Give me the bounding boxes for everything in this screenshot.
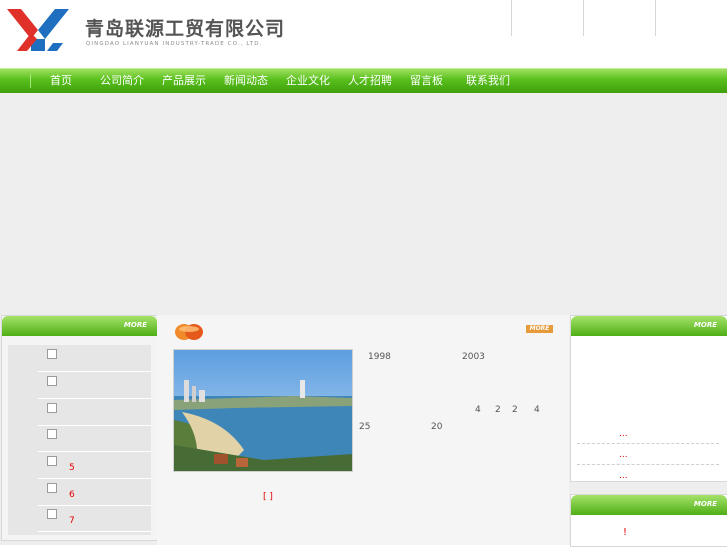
list-item[interactable] xyxy=(38,425,151,452)
intro-text: 4 xyxy=(475,405,481,415)
list-item[interactable] xyxy=(38,399,151,426)
news-item[interactable]: ... xyxy=(577,444,719,465)
company-name-en: QINGDAO LIANYUAN INDUSTRY-TRADE CO., LTD… xyxy=(86,41,263,47)
notice-panel: MORE ! xyxy=(570,494,727,547)
list-item[interactable] xyxy=(38,345,151,372)
intro-text: 2 xyxy=(495,405,501,415)
checkbox[interactable] xyxy=(47,456,57,466)
header-divider xyxy=(511,0,512,36)
nav-divider xyxy=(30,74,31,88)
intro-text: 25 xyxy=(359,422,371,432)
intro-text: 2003 xyxy=(462,352,485,362)
list-item[interactable]: 5 xyxy=(38,452,151,479)
checkbox[interactable] xyxy=(47,483,57,493)
checkbox[interactable] xyxy=(47,509,57,519)
checkbox[interactable] xyxy=(47,349,57,359)
more-link[interactable]: MORE xyxy=(124,321,147,329)
intro-text: 2 xyxy=(512,405,518,415)
intro-text: 20 xyxy=(431,422,443,432)
more-link[interactable]: MORE xyxy=(694,321,717,329)
company-logo-icon[interactable] xyxy=(7,9,69,51)
list-item[interactable] xyxy=(38,372,151,399)
notice-panel-header: MORE xyxy=(571,495,727,515)
news-item[interactable]: ... xyxy=(577,423,719,444)
company-intro-panel: MORE 1998 2003 4 2 2 4 25 20 [ ] xyxy=(157,315,569,545)
checkbox[interactable] xyxy=(47,429,57,439)
news-item-text: ... xyxy=(619,450,628,460)
nav-item-contact[interactable]: 联系我们 xyxy=(466,69,510,93)
header-divider xyxy=(655,0,656,36)
header-divider xyxy=(583,0,584,36)
list-item-text: 7 xyxy=(69,516,75,526)
list-item[interactable]: 6 xyxy=(38,479,151,506)
product-list: 5 6 7 xyxy=(8,345,151,535)
nav-item-home[interactable]: 首页 xyxy=(50,69,72,93)
nav-item-jobs[interactable]: 人才招聘 xyxy=(348,69,392,93)
orange-bullet-icon xyxy=(175,324,203,340)
nav-item-guestbook[interactable]: 留言板 xyxy=(410,69,443,93)
more-link[interactable]: MORE xyxy=(526,325,553,333)
left-panel-header: MORE xyxy=(2,316,157,336)
coastline-photo xyxy=(173,349,353,472)
news-panel-header: MORE xyxy=(571,316,727,336)
news-panel: MORE ... ... ... xyxy=(570,315,727,482)
intro-text: 4 xyxy=(534,405,540,415)
list-item-text: 6 xyxy=(69,490,75,500)
site-header: 青岛联源工贸有限公司 QINGDAO LIANYUAN INDUSTRY-TRA… xyxy=(0,0,727,66)
nav-item-about[interactable]: 公司简介 xyxy=(100,69,144,93)
company-name: 青岛联源工贸有限公司 xyxy=(85,18,286,40)
news-item-text: ... xyxy=(619,429,628,439)
main-nav: 首页 公司简介 产品展示 新闻动态 企业文化 人才招聘 留言板 联系我们 xyxy=(0,68,727,93)
intro-text: 1998 xyxy=(368,352,391,362)
more-link[interactable]: MORE xyxy=(694,500,717,508)
nav-item-products[interactable]: 产品展示 xyxy=(162,69,206,93)
checkbox[interactable] xyxy=(47,376,57,386)
banner-area xyxy=(0,93,727,314)
notice-text: ! xyxy=(623,527,628,538)
list-item[interactable]: 7 xyxy=(38,505,151,532)
list-item-text: 5 xyxy=(69,463,75,473)
checkbox[interactable] xyxy=(47,403,57,413)
nav-item-culture[interactable]: 企业文化 xyxy=(286,69,330,93)
nav-item-news[interactable]: 新闻动态 xyxy=(224,69,268,93)
news-item-text: ... xyxy=(619,471,628,481)
left-panel: MORE 5 6 7 xyxy=(1,315,158,541)
details-link[interactable]: [ ] xyxy=(263,492,273,502)
news-item[interactable]: ... xyxy=(577,465,719,485)
